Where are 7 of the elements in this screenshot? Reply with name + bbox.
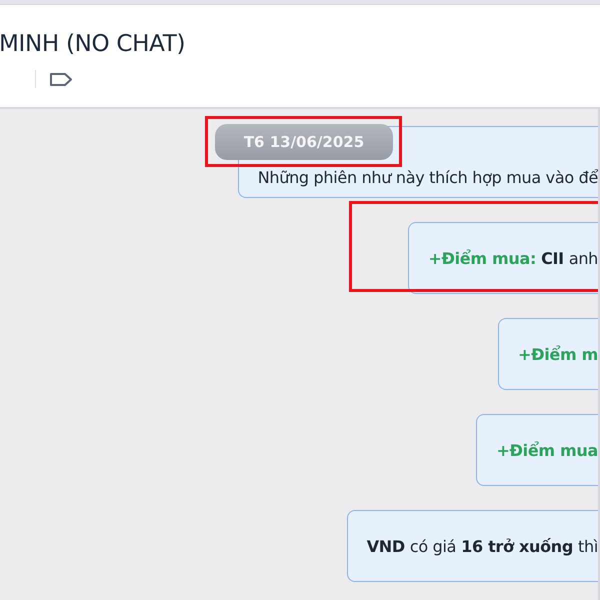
message-bubble: +Điểm mua xyxy=(476,414,598,486)
chat-title: MINH (NO CHAT) xyxy=(0,31,186,57)
tag-icon[interactable] xyxy=(49,72,73,86)
message-bubble: +Điểm m xyxy=(498,318,598,390)
message-bubble: VND có giá 16 trở xuống thì xyxy=(346,510,598,582)
message-bubble: +Điểm mua: CII anh xyxy=(408,222,598,294)
date-divider: T6 13/06/2025 xyxy=(215,124,393,160)
